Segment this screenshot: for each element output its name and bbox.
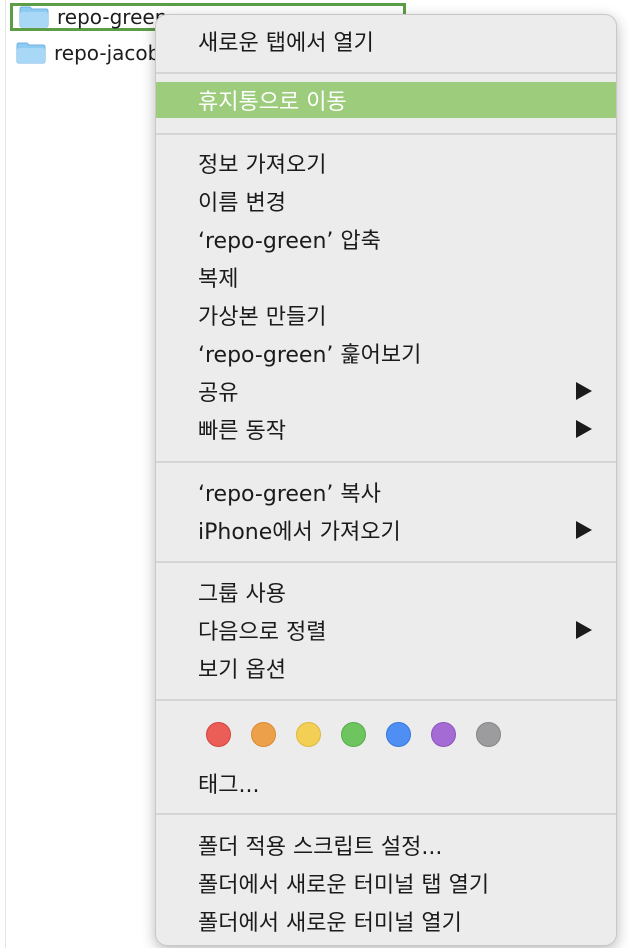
submenu-arrow-icon	[576, 382, 592, 400]
tag-color-row	[206, 722, 501, 747]
tag-blue-icon[interactable]	[386, 722, 411, 747]
menu-item-open-new-tab[interactable]: 새로운 탭에서 열기	[156, 23, 616, 59]
menu-item-share[interactable]: 공유	[156, 373, 616, 409]
tag-gray-icon[interactable]	[476, 722, 501, 747]
menu-item-label: 휴지통으로 이동	[198, 90, 347, 115]
menu-item-rename[interactable]: 이름 변경	[156, 183, 616, 219]
menu-item-label: iPhone에서 가져오기	[198, 520, 401, 545]
menu-item-folder-actions[interactable]: 폴더 적용 스크립트 설정...	[156, 827, 616, 863]
menu-item-make-alias[interactable]: 가상본 만들기	[156, 297, 616, 333]
menu-item-label: 빠른 동작	[198, 419, 286, 444]
menu-item-view-options[interactable]: 보기 옵션	[156, 650, 616, 686]
tag-green-icon[interactable]	[341, 722, 366, 747]
menu-item-label: 복제	[198, 267, 239, 292]
menu-item-label: 그룹 사용	[198, 582, 286, 607]
submenu-arrow-icon	[576, 521, 592, 539]
menu-item-label: ‘repo-green’ 훑어보기	[198, 343, 422, 368]
menu-item-label: ‘repo-green’ 복사	[198, 482, 381, 507]
menu-item-label: 폴더에서 새로운 터미널 열기	[198, 911, 462, 936]
submenu-arrow-icon	[576, 621, 592, 639]
menu-item-new-terminal[interactable]: 폴더에서 새로운 터미널 열기	[156, 903, 616, 939]
menu-separator	[156, 561, 616, 563]
menu-item-label: 새로운 탭에서 열기	[198, 31, 374, 56]
menu-item-label: 폴더 적용 스크립트 설정...	[198, 835, 443, 860]
menu-separator	[156, 133, 616, 135]
menu-item-quick-actions[interactable]: 빠른 동작	[156, 411, 616, 447]
menu-separator	[156, 813, 616, 815]
menu-item-import-from-iphone[interactable]: iPhone에서 가져오기	[156, 512, 616, 548]
tag-purple-icon[interactable]	[431, 722, 456, 747]
tag-red-icon[interactable]	[206, 722, 231, 747]
menu-item-label: 태그...	[198, 773, 260, 798]
file-row-repo-jacobs[interactable]: repo-jacobs	[16, 38, 171, 68]
menu-item-label: ‘repo-green’ 압축	[198, 229, 381, 254]
menu-separator	[156, 461, 616, 463]
menu-item-move-to-trash[interactable]: 휴지통으로 이동	[156, 82, 616, 118]
column-divider	[5, 0, 6, 948]
submenu-arrow-icon	[576, 420, 592, 438]
menu-item-label: 이름 변경	[198, 191, 286, 216]
folder-icon	[16, 42, 46, 64]
menu-item-use-groups[interactable]: 그룹 사용	[156, 574, 616, 610]
menu-item-label: 공유	[198, 381, 239, 406]
menu-item-quick-look[interactable]: ‘repo-green’ 훑어보기	[156, 335, 616, 371]
folder-icon	[19, 6, 49, 28]
menu-item-label: 보기 옵션	[198, 658, 286, 683]
menu-item-label: 정보 가져오기	[198, 153, 327, 178]
menu-item-get-info[interactable]: 정보 가져오기	[156, 145, 616, 181]
menu-item-label: 다음으로 정렬	[198, 620, 327, 645]
menu-item-compress[interactable]: ‘repo-green’ 압축	[156, 221, 616, 257]
menu-separator	[156, 72, 616, 74]
file-name: repo-green	[57, 5, 168, 29]
menu-separator	[156, 699, 616, 701]
menu-item-sort-by[interactable]: 다음으로 정렬	[156, 612, 616, 648]
tag-orange-icon[interactable]	[251, 722, 276, 747]
tag-yellow-icon[interactable]	[296, 722, 321, 747]
menu-item-tags[interactable]: 태그...	[156, 765, 616, 801]
menu-item-label: 폴더에서 새로운 터미널 탭 열기	[198, 873, 490, 898]
menu-item-label: 가상본 만들기	[198, 305, 327, 330]
file-name: repo-jacobs	[54, 41, 171, 65]
context-menu: 새로운 탭에서 열기 휴지통으로 이동 정보 가져오기 이름 변경 ‘repo-…	[155, 14, 617, 946]
menu-item-duplicate[interactable]: 복제	[156, 259, 616, 295]
menu-item-copy[interactable]: ‘repo-green’ 복사	[156, 474, 616, 510]
menu-item-new-terminal-tab[interactable]: 폴더에서 새로운 터미널 탭 열기	[156, 865, 616, 901]
